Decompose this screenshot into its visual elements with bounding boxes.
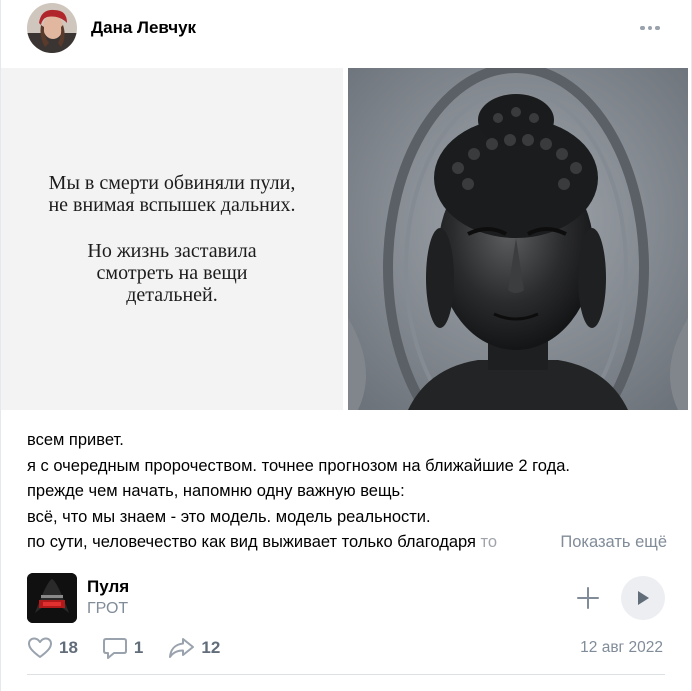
audio-attachment[interactable]: Пуля ГРОТ (27, 572, 665, 624)
author-name[interactable]: Дана Левчук (91, 18, 196, 38)
more-options-icon[interactable] (635, 18, 665, 38)
post-text-fade: то (480, 533, 498, 551)
like-button[interactable]: 18 (27, 636, 78, 660)
show-more-link[interactable]: Показать ещё (538, 530, 667, 556)
post-text-last: по сути, человечество как вид выживает т… (27, 533, 481, 551)
post-divider (27, 674, 665, 675)
post-text-line: по сути, человечество как вид выживает т… (27, 530, 667, 556)
share-count: 12 (201, 638, 221, 657)
post-text: всем привет. я с очередным пророчеством.… (27, 428, 667, 556)
quote-stanza: Но жизнь заставила смотреть на вещи дета… (87, 240, 256, 306)
track-artist[interactable]: ГРОТ (87, 598, 129, 620)
like-count: 18 (59, 638, 78, 657)
post-card: Дана Левчук Мы в смерти обвиняли пули, н… (0, 0, 692, 691)
post-footer: 18 1 12 12 авг 2022 (27, 632, 663, 664)
play-icon (638, 591, 649, 605)
quote-image[interactable]: Мы в смерти обвиняли пули, не внимая всп… (1, 68, 343, 410)
post-header: Дана Левчук (27, 2, 665, 54)
quote-line: Но жизнь заставила (87, 240, 257, 262)
post-text-line: всё, что мы знаем - это модель. модель р… (27, 507, 431, 526)
heart-icon (28, 637, 52, 658)
quote-stanza: Мы в смерти обвиняли пули, не внимая всп… (48, 172, 295, 216)
buddha-image[interactable] (348, 68, 688, 410)
quote-line: смотреть на вещи (96, 262, 248, 284)
avatar-photo (27, 3, 77, 53)
share-arrow-icon (169, 638, 195, 658)
track-title[interactable]: Пуля (87, 576, 129, 598)
author-avatar[interactable] (27, 3, 77, 53)
post-date[interactable]: 12 авг 2022 (580, 639, 663, 657)
comment-button[interactable]: 1 (102, 636, 143, 660)
post-text-line: всем привет. (27, 431, 124, 449)
play-button[interactable] (621, 576, 665, 620)
add-track-plus-icon[interactable] (573, 583, 603, 613)
quote-line: детальней. (126, 284, 218, 306)
album-cover-icon[interactable] (27, 573, 77, 623)
comment-count: 1 (133, 638, 144, 657)
share-button[interactable]: 12 (167, 636, 220, 660)
post-text-line: я с очередным пророчеством. точнее прогн… (27, 456, 571, 475)
comment-icon (102, 638, 127, 659)
track-info: Пуля ГРОТ (87, 576, 129, 620)
post-text-line: прежде чем начать, напомню одну важную в… (27, 482, 405, 500)
quote-line: Мы в смерти обвиняли пули, (48, 172, 296, 194)
quote-line: не внимая вспышек дальних. (48, 194, 296, 216)
quote-text: Мы в смерти обвиняли пули, не внимая всп… (1, 68, 343, 410)
buddha-statue-icon (348, 68, 688, 410)
